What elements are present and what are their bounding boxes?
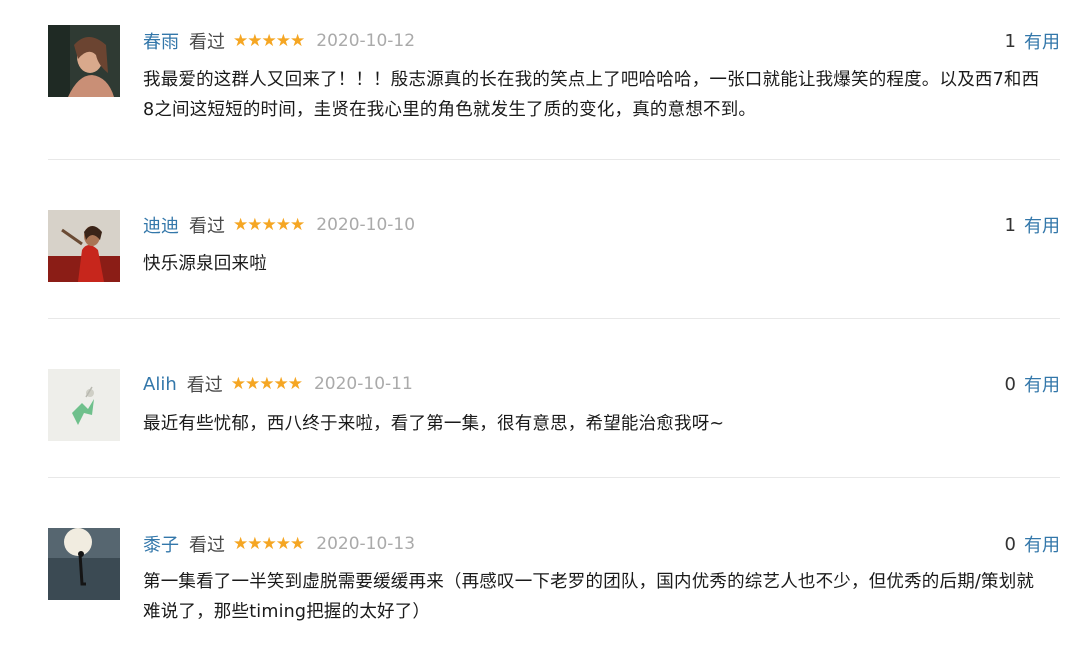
watch-status: 看过 <box>189 216 225 237</box>
useful-vote: 0 有用 <box>1005 370 1060 398</box>
useful-count: 1 <box>1004 214 1016 236</box>
username-link[interactable]: 春雨 <box>143 28 179 54</box>
useful-vote: 1 有用 <box>1005 211 1060 239</box>
star-icon: ★ <box>261 533 277 554</box>
watch-status: 看过 <box>189 32 225 53</box>
star-icon: ★ <box>261 30 277 51</box>
useful-button[interactable]: 有用 <box>1024 212 1060 238</box>
star-icon: ★ <box>261 214 277 235</box>
username-link[interactable]: 黍子 <box>143 531 179 557</box>
divider <box>48 318 1060 319</box>
star-icon: ★ <box>247 30 263 51</box>
star-icon: ★ <box>233 214 249 235</box>
review-text: 快乐源泉回来啦 <box>143 254 267 274</box>
star-icon: ★ <box>273 373 289 394</box>
review-date: 2020-10-12 <box>316 31 416 51</box>
star-icon: ★ <box>259 373 275 394</box>
rating-stars: ★ ★ ★ ★ ★ <box>233 533 306 554</box>
avatar[interactable] <box>48 25 120 97</box>
review-text: 第一集看了一半笑到虚脱需要缓缓再来（再感叹一下老罗的团队，国内优秀的综艺人也不少… <box>143 572 1035 622</box>
divider <box>48 159 1060 160</box>
username-link[interactable]: Alih <box>143 374 177 395</box>
review-date: 2020-10-10 <box>316 215 416 235</box>
useful-count: 0 <box>1004 373 1016 395</box>
star-icon: ★ <box>290 214 306 235</box>
star-icon: ★ <box>290 533 306 554</box>
watch-status: 看过 <box>189 535 225 556</box>
review-meta: 春雨 看过 ★ ★ ★ ★ ★ 2020-10-12 <box>143 27 415 55</box>
divider <box>48 477 1060 478</box>
useful-count: 0 <box>1004 533 1016 555</box>
useful-button[interactable]: 有用 <box>1024 28 1060 54</box>
useful-count: 1 <box>1004 30 1016 52</box>
star-icon: ★ <box>244 373 261 394</box>
avatar[interactable] <box>48 369 120 441</box>
star-icon: ★ <box>247 533 263 554</box>
rating-stars: ★ ★ ★ ★ ★ <box>233 30 306 51</box>
star-icon: ★ <box>230 373 246 394</box>
useful-vote: 1 有用 <box>1005 27 1060 55</box>
username-link[interactable]: 迪迪 <box>143 212 179 238</box>
star-icon: ★ <box>233 30 249 51</box>
review-meta: 迪迪 看过 ★ ★ ★ ★ ★ 2020-10-10 <box>143 211 415 239</box>
rating-stars: ★ ★ ★ ★ ★ <box>230 373 303 394</box>
star-icon: ★ <box>275 214 291 235</box>
useful-button[interactable]: 有用 <box>1024 531 1060 557</box>
review-text: 最近有些忧郁，西八终于来啦，看了第一集，很有意思，希望能治愈我呀~ <box>143 414 725 434</box>
star-icon: ★ <box>287 373 303 394</box>
useful-vote: 0 有用 <box>1005 530 1060 558</box>
star-icon: ★ <box>247 214 263 235</box>
star-icon: ★ <box>275 30 291 51</box>
avatar[interactable] <box>48 210 120 282</box>
review-text: 我最爱的这群人又回来了！！！殷志源真的长在我的笑点上了吧哈哈哈，一张口就能让我爆… <box>143 70 1040 120</box>
review-date: 2020-10-13 <box>316 534 416 554</box>
review-meta: Alih 看过 ★ ★ ★ ★ ★ 2020-10-11 <box>143 370 413 398</box>
avatar[interactable] <box>48 528 120 600</box>
review-date: 2020-10-11 <box>313 374 413 394</box>
rating-stars: ★ ★ ★ ★ ★ <box>233 214 306 235</box>
star-icon: ★ <box>233 533 249 554</box>
watch-status: 看过 <box>186 375 223 396</box>
review-meta: 黍子 看过 ★ ★ ★ ★ ★ 2020-10-13 <box>143 530 415 558</box>
star-icon: ★ <box>290 30 306 51</box>
star-icon: ★ <box>275 533 291 554</box>
useful-button[interactable]: 有用 <box>1024 371 1060 397</box>
